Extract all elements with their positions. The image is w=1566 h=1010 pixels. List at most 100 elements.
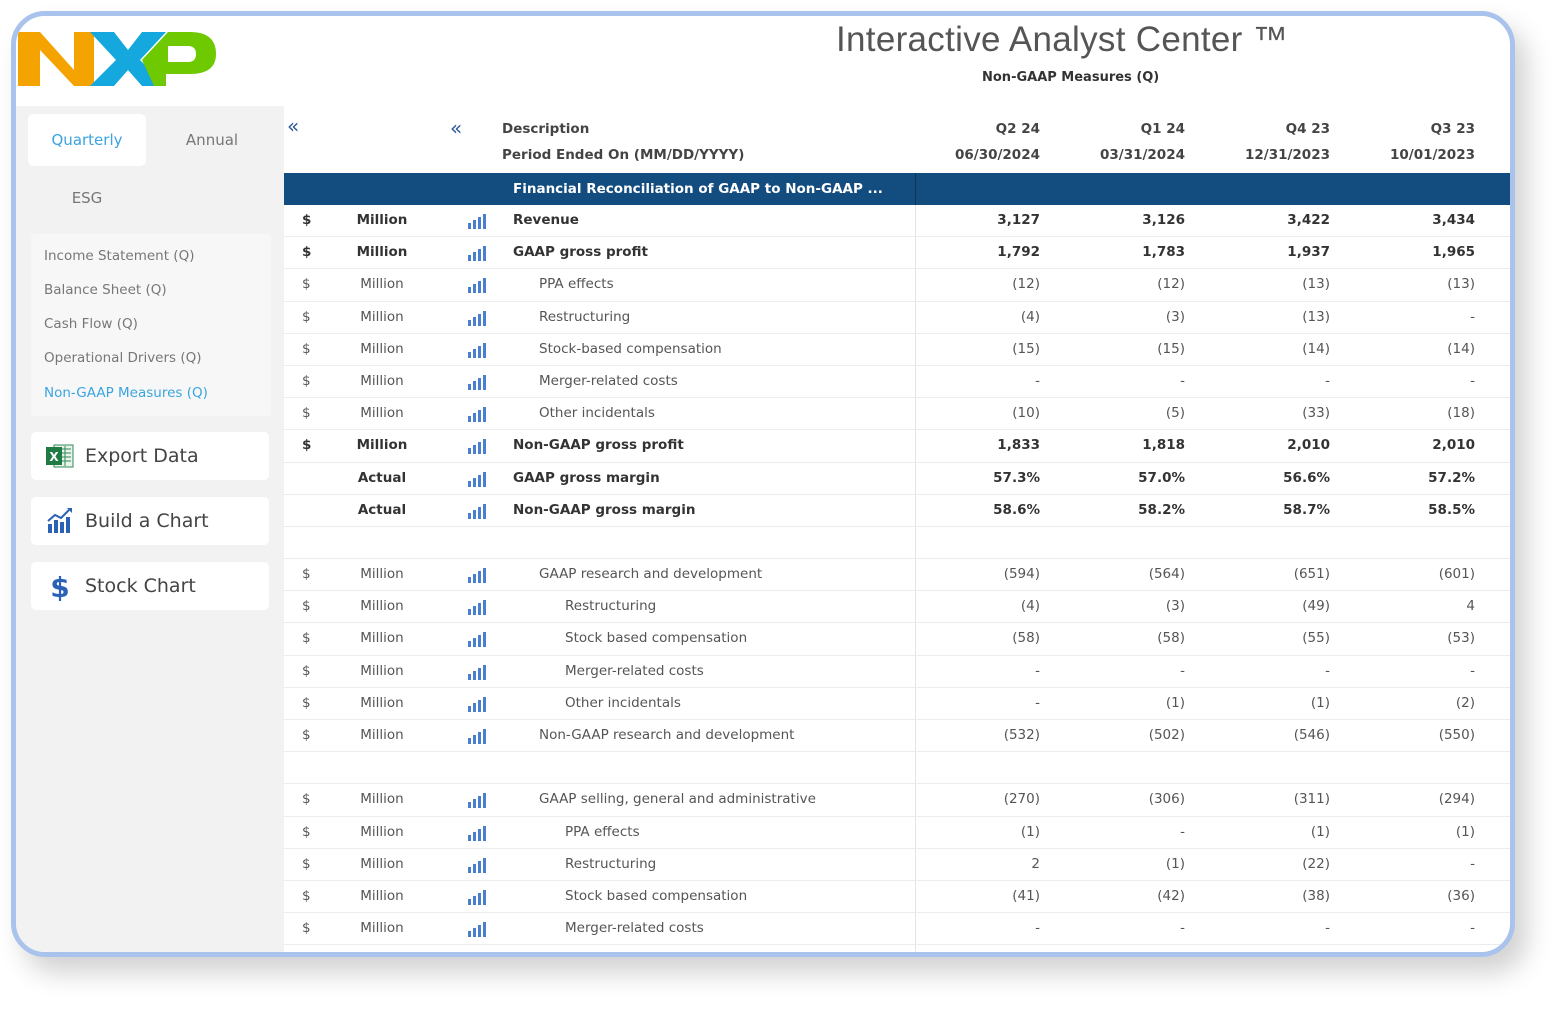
- currency-cell: $: [302, 598, 311, 615]
- chart-icon[interactable]: [467, 631, 487, 648]
- chart-icon[interactable]: [467, 953, 487, 957]
- value-cell: 3,422: [1287, 212, 1330, 228]
- unit-cell: Million: [360, 920, 404, 937]
- chart-icon-bar: [468, 834, 471, 841]
- unit-cell: Million: [360, 662, 404, 679]
- chart-icon[interactable]: [467, 213, 487, 229]
- chart-icon[interactable]: [467, 342, 487, 358]
- currency-cell: $: [302, 945, 311, 952]
- column-header-q3-23[interactable]: Q3 23 10/01/2023: [1355, 116, 1475, 168]
- value-cell: (18): [1447, 405, 1475, 422]
- chart-icon[interactable]: [467, 277, 487, 294]
- chart-icon-bar: [468, 416, 471, 423]
- unit-cell: Million: [360, 372, 404, 389]
- chart-icon[interactable]: [467, 245, 487, 262]
- value-cell: 1,965: [1432, 244, 1475, 261]
- value-cell: (10): [1012, 405, 1040, 422]
- value-cell: (2): [1455, 694, 1475, 711]
- chart-icon[interactable]: [467, 406, 487, 423]
- value-cell: (4): [1355, 945, 1475, 952]
- tab-esg[interactable]: ESG: [28, 172, 146, 224]
- chart-icon[interactable]: [467, 825, 487, 841]
- value-cell: (29): [1065, 945, 1185, 952]
- chart-icon[interactable]: [467, 728, 487, 744]
- unit-cell: Million: [342, 945, 422, 952]
- statement-balance-sheet[interactable]: Balance Sheet (Q): [44, 282, 167, 298]
- chart-icon[interactable]: [467, 792, 487, 809]
- chart-icon[interactable]: [467, 696, 487, 712]
- chart-icon-bar: [483, 342, 486, 358]
- value-cell: -: [1470, 855, 1475, 872]
- chart-icon-bar: [478, 313, 481, 326]
- description-cell: Stock based compensation: [565, 887, 748, 904]
- value-cell: -: [1470, 920, 1475, 937]
- chart-icon-bar: [478, 925, 481, 938]
- chart-icon-bar: [468, 448, 471, 455]
- chart-icon-bar: [483, 793, 486, 809]
- chart-icon[interactable]: [467, 889, 487, 905]
- unit-cell: Million: [356, 244, 408, 261]
- description-cell: GAAP selling, general and administrative: [539, 791, 816, 808]
- statement-cash-flow[interactable]: Cash Flow (Q): [44, 316, 138, 332]
- currency-cell: $: [302, 340, 311, 357]
- chart-icon[interactable]: [467, 310, 487, 326]
- chart-icon-bar: [483, 696, 486, 712]
- chart-icon[interactable]: [467, 921, 487, 938]
- collapse-sidebar-button[interactable]: «: [287, 116, 299, 136]
- column-divider: [915, 462, 916, 494]
- chart-icon-bar: [468, 705, 471, 712]
- statement-income-statement[interactable]: Income Statement (Q): [44, 248, 194, 264]
- chart-icon-bar: [478, 506, 481, 519]
- tab-annual[interactable]: Annual: [153, 114, 271, 166]
- value-cell: -: [1325, 662, 1330, 679]
- chart-icon-bar: [478, 345, 481, 358]
- value-cell: -: [1470, 372, 1475, 389]
- value-cell: 2: [1031, 855, 1040, 872]
- unit-cell: Million: [360, 340, 404, 357]
- chart-icon[interactable]: [467, 374, 487, 390]
- nxp-logo[interactable]: [18, 24, 218, 94]
- stock-chart-button[interactable]: $ Stock Chart: [31, 562, 269, 610]
- value-cell: 57.3%: [993, 469, 1040, 486]
- chart-icon[interactable]: [467, 599, 487, 616]
- chart-icon[interactable]: [467, 664, 487, 680]
- description-cell: Other incidentals: [565, 694, 681, 711]
- column-header-q4-23[interactable]: Q4 23 12/31/2023: [1210, 116, 1330, 168]
- value-cell: (601): [1438, 566, 1475, 583]
- value-cell: (3): [1165, 308, 1185, 325]
- section-header: Financial Reconciliation of GAAP to Non-…: [284, 173, 1510, 205]
- chart-icon[interactable]: [467, 567, 487, 584]
- chart-icon[interactable]: [467, 438, 487, 455]
- chart-icon-bar: [473, 509, 476, 519]
- svg-text:$: $: [50, 571, 69, 601]
- value-cell: -: [1470, 662, 1475, 679]
- column-header-q1-24[interactable]: Q1 24 03/31/2024: [1065, 116, 1185, 168]
- value-cell: (14): [1302, 340, 1330, 357]
- value-cell: (33): [1302, 405, 1330, 422]
- column-divider: [915, 301, 916, 333]
- chart-icon-bar: [478, 474, 481, 487]
- build-chart-button[interactable]: Build a Chart: [31, 497, 269, 545]
- chart-icon-bar: [473, 799, 476, 809]
- collapse-columns-button[interactable]: «: [450, 118, 462, 138]
- column-divider: [915, 784, 916, 816]
- statement-list: Income Statement (Q) Balance Sheet (Q) C…: [31, 234, 271, 416]
- currency-cell: $: [302, 727, 311, 743]
- column-divider: [915, 752, 916, 784]
- chart-icon-bar: [478, 667, 481, 680]
- tab-quarterly[interactable]: Quarterly: [28, 114, 146, 166]
- description-cell: Other incidentals: [539, 405, 655, 422]
- chart-icon[interactable]: [467, 471, 487, 487]
- statement-non-gaap-measures[interactable]: Non-GAAP Measures (Q): [44, 385, 208, 401]
- statement-operational-drivers[interactable]: Operational Drivers (Q): [44, 350, 202, 366]
- chart-icon[interactable]: [467, 857, 487, 873]
- value-cell: 56.6%: [1283, 469, 1330, 486]
- chart-icon-bar: [483, 600, 486, 616]
- value-cell: (550): [1438, 727, 1475, 743]
- chart-icon-bar: [468, 802, 471, 809]
- export-data-button[interactable]: X Export Data: [31, 432, 269, 480]
- currency-cell: $: [302, 276, 311, 293]
- column-header-q2-24[interactable]: Q2 24 06/30/2024: [920, 116, 1040, 168]
- chart-icon[interactable]: [467, 503, 487, 519]
- chart-icon-bar: [483, 889, 486, 905]
